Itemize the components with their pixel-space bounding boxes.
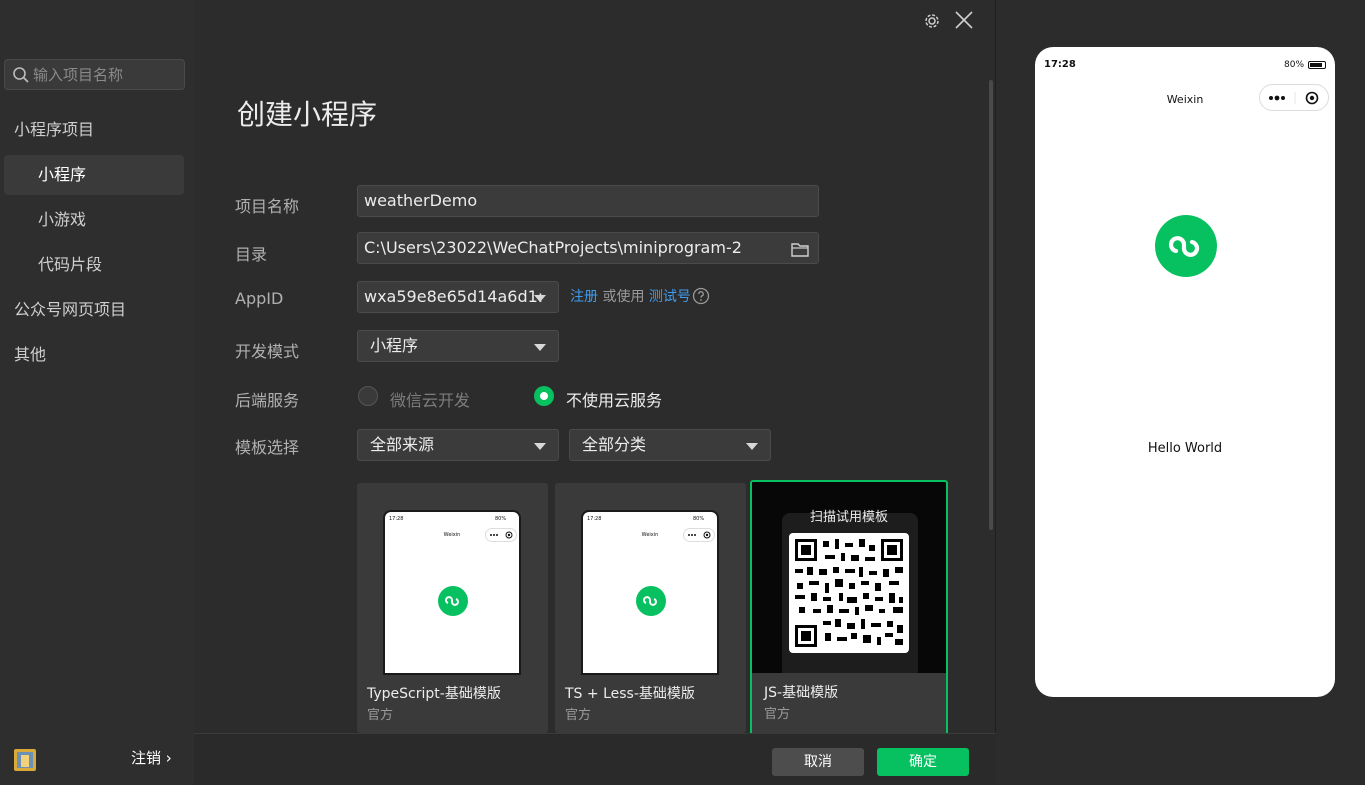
test-account-link[interactable]: 测试号 — [649, 289, 691, 305]
template-source: 官方 — [565, 708, 592, 723]
simulator-preview: 17:28 80% Weixin Hello World — [996, 0, 1365, 785]
template-category-value: 全部分类 — [582, 435, 647, 454]
page-title: 创建小程序 — [237, 98, 378, 131]
template-source-select[interactable]: 全部来源 — [357, 429, 559, 461]
scrollbar[interactable] — [989, 80, 993, 530]
dev-mode-select[interactable]: 小程序 — [357, 330, 559, 362]
sidebar-item-miniprogram-projects[interactable]: 小程序项目 — [0, 110, 194, 150]
directory-input[interactable]: C:\Users\23022\WeChatProjects\miniprogra… — [357, 232, 819, 264]
capsule-icon — [683, 528, 715, 542]
close-icon[interactable] — [954, 10, 974, 30]
thumb-time: 17:28 — [389, 516, 404, 522]
template-source-value: 全部来源 — [370, 435, 435, 454]
gear-icon[interactable] — [923, 12, 941, 30]
backend-label: 后端服务 — [235, 391, 300, 410]
template-label: 模板选择 — [235, 438, 300, 457]
appid-label: AppID — [235, 289, 284, 308]
chevron-down-icon — [746, 443, 758, 450]
appid-value: wxa59e8e65d14a6d1: — [364, 287, 544, 306]
user-avatar-icon[interactable] — [14, 749, 36, 771]
sidebar-item-miniprogram[interactable]: 小程序 — [4, 155, 184, 195]
help-icon[interactable] — [692, 287, 710, 305]
project-name-label: 项目名称 — [235, 197, 300, 216]
status-time: 17:28 — [1044, 59, 1076, 70]
radio-no-cloud[interactable] — [534, 386, 554, 406]
template-source: 官方 — [367, 708, 394, 723]
sidebar-item-official-account-web[interactable]: 公众号网页项目 — [0, 290, 194, 330]
hello-world-text: Hello World — [1147, 441, 1223, 456]
template-thumbnail: 17:28 80% Weixin — [383, 510, 521, 675]
cancel-button[interactable]: 取消 — [772, 748, 864, 776]
miniprogram-logo-icon — [1155, 215, 1217, 277]
directory-label: 目录 — [235, 245, 268, 264]
capsule-icon — [485, 528, 517, 542]
or-use-text: 或使用 — [602, 289, 645, 305]
logout-button[interactable]: 注销 › — [131, 747, 172, 768]
radio-no-cloud-label: 不使用云服务 — [566, 391, 663, 410]
template-name: JS-基础模版 — [764, 685, 839, 701]
chevron-down-icon — [534, 443, 546, 450]
more-and-close-icon — [1269, 91, 1319, 105]
template-name: TS + Less-基础模版 — [565, 686, 695, 702]
register-link[interactable]: 注册 — [570, 289, 598, 305]
chevron-down-icon — [534, 344, 546, 351]
bottom-action-bar: 取消 确定 — [194, 733, 996, 785]
status-battery-text: 80% — [1284, 60, 1305, 70]
search-box[interactable] — [4, 59, 185, 90]
search-input[interactable] — [33, 60, 183, 89]
miniprogram-logo-icon — [636, 586, 666, 616]
search-icon — [13, 67, 29, 83]
sidebar-item-other[interactable]: 其他 — [0, 335, 194, 375]
template-thumbnail: 17:28 80% Weixin — [581, 510, 719, 675]
dev-mode-label: 开发模式 — [235, 342, 300, 361]
qr-overlay: 扫描试用模板 — [752, 482, 946, 673]
sidebar-item-code-snippet[interactable]: 代码片段 — [0, 245, 194, 285]
miniprogram-logo-icon — [438, 586, 468, 616]
confirm-button[interactable]: 确定 — [877, 748, 969, 776]
qr-code-icon — [789, 533, 909, 653]
create-project-panel: 创建小程序 项目名称 weatherDemo 目录 C:\Users\23022… — [194, 0, 996, 785]
qr-overlay-text: 扫描试用模板 — [809, 510, 888, 525]
thumb-time: 17:28 — [587, 516, 602, 522]
template-source: 官方 — [764, 707, 791, 722]
radio-cloud-dev[interactable] — [358, 386, 378, 406]
thumb-battery: 80% — [693, 516, 705, 522]
template-card-ts-less[interactable]: 17:28 80% Weixin TS + Less-基础模版 官方 — [555, 483, 746, 733]
chevron-down-icon — [534, 295, 546, 302]
template-card-js-selected[interactable]: 扫描试用模板 JS-基础模版 官方 — [750, 480, 948, 736]
sidebar-item-minigame[interactable]: 小游戏 — [0, 200, 194, 240]
appid-select[interactable]: wxa59e8e65d14a6d1: — [357, 281, 559, 313]
appid-hint: 注册 或使用 测试号 — [570, 286, 691, 306]
template-card-typescript[interactable]: 17:28 80% Weixin TypeScript-基础模版 官方 — [357, 483, 548, 733]
dev-mode-value: 小程序 — [370, 336, 419, 355]
folder-icon[interactable] — [791, 242, 809, 257]
template-category-select[interactable]: 全部分类 — [569, 429, 771, 461]
battery-icon — [1308, 61, 1326, 69]
thumb-battery: 80% — [495, 516, 507, 522]
project-name-input[interactable]: weatherDemo — [357, 185, 819, 217]
directory-value: C:\Users\23022\WeChatProjects\miniprogra… — [364, 238, 742, 257]
capsule-button — [1259, 84, 1329, 111]
phone-screen: 17:28 80% Weixin Hello World — [1035, 47, 1335, 697]
radio-cloud-dev-label: 微信云开发 — [390, 391, 471, 410]
template-name: TypeScript-基础模版 — [367, 686, 501, 702]
sidebar: 小程序项目 小程序 小游戏 代码片段 公众号网页项目 其他 注销 › — [0, 0, 194, 785]
